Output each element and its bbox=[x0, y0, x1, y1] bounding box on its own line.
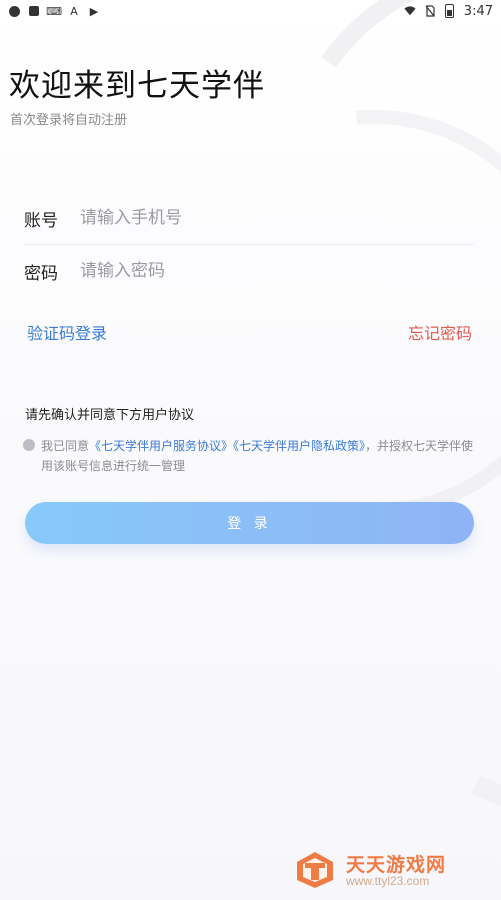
no-sim-icon bbox=[424, 5, 436, 17]
battery-icon bbox=[444, 4, 456, 18]
watermark-url: www.ttyl23.com bbox=[346, 874, 430, 888]
privacy-policy-link[interactable]: 《七天学伴用户隐私政策》 bbox=[233, 439, 365, 453]
password-input[interactable] bbox=[80, 261, 474, 281]
app-icon bbox=[8, 5, 20, 17]
auth-links: 验证码登录 忘记密码 bbox=[27, 320, 472, 344]
watermark-logo-icon bbox=[297, 852, 333, 888]
phone-input[interactable] bbox=[80, 208, 474, 228]
clock: 3:47 bbox=[463, 3, 493, 19]
font-icon: A bbox=[70, 4, 78, 18]
site-watermark: 天天游戏网 www.ttyl23.com bbox=[288, 836, 478, 896]
status-left-icons: ⌨ A ▶ bbox=[8, 4, 100, 18]
password-field[interactable]: 密码 bbox=[24, 245, 474, 297]
service-agreement-link[interactable]: 《七天学伴用户服务协议》 bbox=[89, 439, 233, 453]
wifi-icon bbox=[404, 5, 416, 17]
agreement-prefix: 我已同意 bbox=[41, 439, 90, 453]
page-subtitle: 首次登录将自动注册 bbox=[10, 113, 128, 128]
account-field[interactable]: 账号 bbox=[24, 192, 474, 245]
page-title: 欢迎来到七天学伴 bbox=[9, 68, 265, 104]
play-icon: ▶ bbox=[89, 4, 99, 18]
password-label: 密码 bbox=[24, 263, 58, 284]
notification-icon bbox=[28, 5, 40, 17]
status-bar: ⌨ A ▶ 3:47 bbox=[0, 0, 501, 22]
agreement-row: 我已同意《七天学伴用户服务协议》《七天学伴用户隐私政策》，并授权七天学伴使用该账… bbox=[23, 436, 478, 476]
keyboard-icon: ⌨ bbox=[46, 4, 62, 18]
login-screen: ⌨ A ▶ 3:47 欢迎来到七天学伴 首次登录将自动注册 账号 请输入手机号 … bbox=[0, 0, 501, 900]
watermark-title: 天天游戏网 bbox=[346, 854, 447, 876]
code-login-link[interactable]: 验证码登录 bbox=[27, 320, 107, 344]
agreement-text: 我已同意《七天学伴用户服务协议》《七天学伴用户隐私政策》，并授权七天学伴使用该账… bbox=[41, 436, 478, 476]
forgot-password-link[interactable]: 忘记密码 bbox=[408, 320, 472, 344]
status-right-icons: 3:47 bbox=[404, 4, 493, 19]
login-button[interactable]: 登 录 bbox=[25, 502, 474, 544]
account-label: 账号 bbox=[24, 210, 58, 231]
agreement-radio[interactable] bbox=[23, 439, 35, 451]
agreement-heading: 请先确认并同意下方用户协议 bbox=[25, 408, 195, 423]
